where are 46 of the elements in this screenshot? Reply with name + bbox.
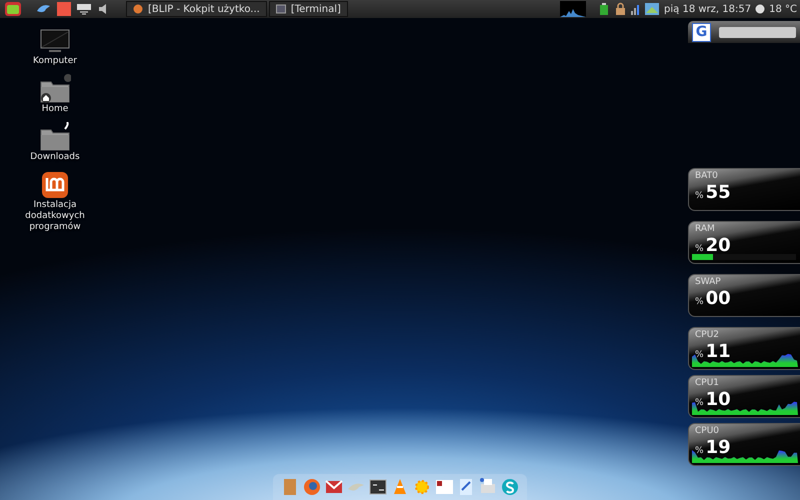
signal-icon (630, 3, 640, 15)
taskbar-button[interactable]: [BLIP - Kokpit użytko... (126, 1, 267, 17)
desktop-icon-label[interactable]: Instalacja dodatkowych programów (17, 200, 93, 233)
meter-label: CPU0 (695, 426, 720, 436)
lock-icon (614, 2, 626, 16)
meter-label: CPU1 (695, 378, 720, 388)
taskbar-button[interactable]: [Terminal] (268, 1, 348, 17)
meter-label: RAM (695, 224, 715, 234)
desktop-icon-label[interactable]: Downloads (30, 152, 80, 163)
document-icon[interactable] (457, 477, 475, 497)
meter-value: 10 (706, 389, 731, 410)
clock[interactable]: pią 18 wrz, 18:57 (664, 4, 752, 14)
terminal-icon[interactable] (369, 477, 387, 497)
menu-icon[interactable] (4, 1, 22, 17)
image-icon (644, 1, 660, 17)
meter-value: 19 (706, 437, 731, 458)
meter-value: 11 (706, 341, 731, 362)
desktop-icon-label[interactable]: Komputer (33, 56, 77, 67)
downloads-folder-icon[interactable] (39, 122, 71, 152)
home-folder-icon[interactable] (39, 74, 71, 104)
percent-sign: % (695, 446, 704, 456)
meter-value: 20 (706, 235, 731, 256)
percent-sign: % (695, 297, 704, 307)
meter-label: BAT0 (695, 171, 718, 181)
browser-icon (133, 4, 143, 14)
terminal-icon (276, 4, 286, 14)
percent-sign: % (695, 398, 704, 408)
google-logo: G (692, 22, 711, 42)
network-icon[interactable] (76, 1, 92, 17)
moon-icon (755, 4, 766, 14)
meter-label: CPU2 (695, 330, 720, 340)
skype-icon[interactable] (501, 477, 519, 497)
browser-icon[interactable] (303, 477, 321, 497)
meter-label: SWAP (695, 277, 721, 287)
percent-sign: % (695, 191, 704, 201)
desktop-icon-label[interactable]: Home (42, 104, 68, 115)
percent-sign: % (695, 350, 704, 360)
meter-value: 55 (706, 182, 731, 203)
mint-logo-icon[interactable] (39, 170, 71, 200)
battery-icon (598, 2, 610, 16)
network-graph-icon (560, 1, 586, 17)
text-editor-icon[interactable] (435, 477, 453, 497)
percent-sign: % (695, 244, 704, 254)
weather-temperature[interactable]: 18 °C (769, 4, 797, 14)
search-field[interactable] (719, 26, 796, 38)
meter-value: 00 (706, 288, 731, 309)
